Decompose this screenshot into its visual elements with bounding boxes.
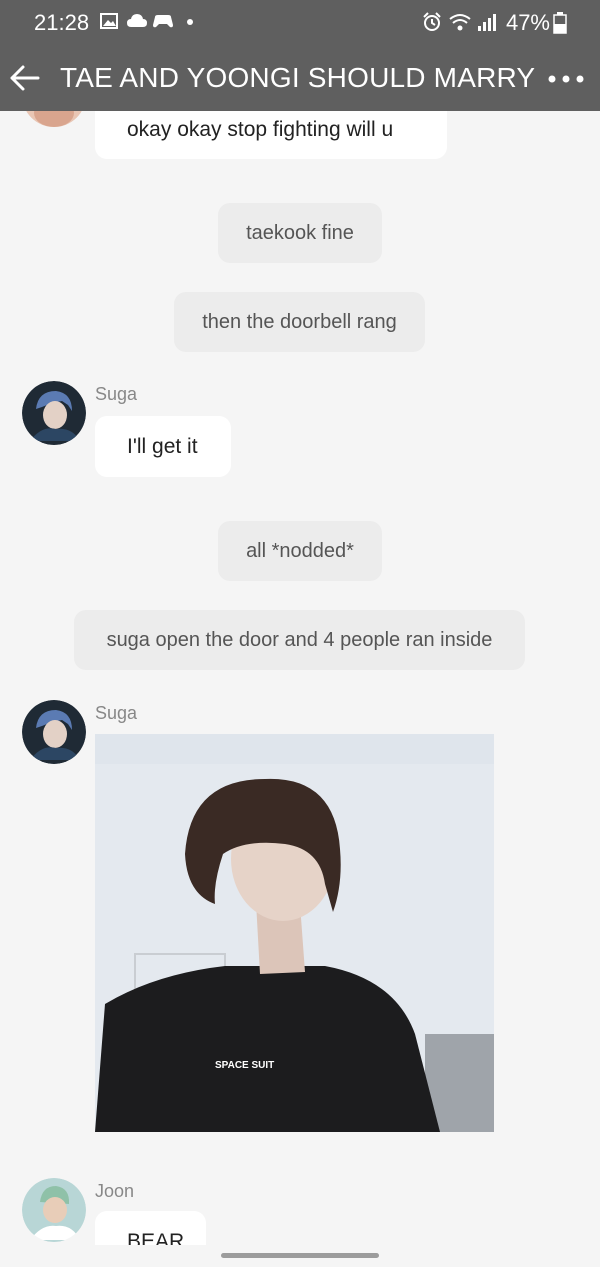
avatar-joon[interactable] [22,1178,86,1242]
message-text: okay okay stop fighting will u [127,117,394,141]
narration-text: suga open the door and 4 people ran insi… [106,628,493,651]
narration-bubble: all *nodded* [218,521,382,581]
top-bar: 21:28 47% TAE AND YOONGI SHOULD MARRY [0,0,600,111]
message-image[interactable]: SPACE SUIT [95,734,494,1132]
chat-title: TAE AND YOONGI SHOULD MARRY [60,62,536,93]
battery-percentage: 47% [505,10,550,35]
narration-bubble: taekook fine [218,203,382,263]
status-bar: 21:28 47% [0,0,600,44]
message-text: I'll get it [127,435,198,458]
battery-icon [553,12,567,34]
shirt-print-text: SPACE SUIT [215,1060,274,1071]
chat-header: TAE AND YOONGI SHOULD MARRY [0,50,600,110]
gallery-icon [100,13,118,29]
game-controller-icon [153,15,173,28]
sender-name: Suga [95,703,138,723]
alarm-icon [423,12,441,31]
chat-screen: 21:28 47% TAE AND YOONGI SHOULD MARRY ok… [0,0,600,1267]
sender-name: Suga [95,384,138,404]
narration-bubble: then the doorbell rang [174,292,425,352]
narration-text: all *nodded* [246,539,354,562]
wifi-icon [449,14,471,31]
narration-text: taekook fine [246,221,354,244]
narration-text: then the doorbell rang [202,310,397,333]
signal-icon [478,14,496,31]
avatar-suga[interactable] [22,700,86,764]
cloud-icon [127,14,147,27]
sender-name: Joon [95,1181,135,1201]
notification-dot-icon [187,19,193,25]
gesture-bar [0,1245,600,1267]
more-options-icon[interactable] [546,64,586,94]
narration-bubble: suga open the door and 4 people ran insi… [74,610,525,670]
home-indicator[interactable] [221,1253,379,1258]
status-time: 21:28 [34,10,90,35]
avatar-suga[interactable] [22,381,86,445]
message-bubble[interactable]: I'll get it [95,416,231,477]
back-arrow-icon[interactable] [8,60,44,96]
